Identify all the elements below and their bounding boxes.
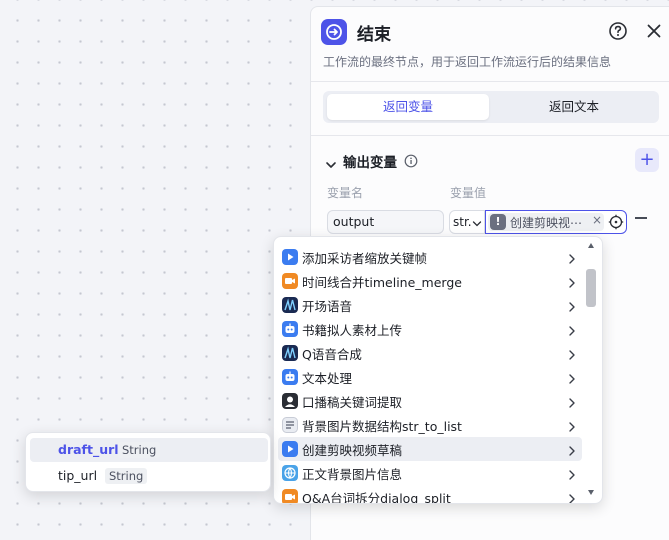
output-variable-item[interactable]: draft_url String xyxy=(30,438,268,462)
end-node-icon xyxy=(321,19,347,45)
node-list-item[interactable]: 创建剪映视频草稿 xyxy=(278,437,582,461)
panel-title: 结束 xyxy=(357,25,391,45)
divider xyxy=(311,81,669,82)
target-icon[interactable] xyxy=(608,214,624,234)
chevron-right-icon xyxy=(568,322,576,341)
plus-icon: + xyxy=(639,149,655,170)
value-type-select[interactable]: str. xyxy=(449,210,485,234)
node-select-dropdown: 添加采访者缩放关键帧时间线合并timeline_merge 开场语音书籍拟人素材上… xyxy=(273,236,603,504)
chevron-right-icon xyxy=(568,442,576,461)
node-list-item[interactable]: Q&A台词拆分dialog_split xyxy=(278,485,582,504)
output-variable-name: draft_url xyxy=(58,442,119,457)
chevron-right-icon xyxy=(568,274,576,293)
scrollbar-thumb[interactable] xyxy=(586,269,596,307)
video-orange-icon xyxy=(282,273,298,289)
robot-icon xyxy=(282,369,298,385)
reference-label: 创建剪映视⋯ xyxy=(510,216,583,230)
output-variable-type-badge: String xyxy=(105,468,148,484)
node-list-item[interactable]: 书籍拟人素材上传 xyxy=(278,317,582,341)
node-list-item[interactable]: 时间线合并timeline_merge xyxy=(278,269,582,293)
node-list-item-label: 开场语音 xyxy=(302,299,353,314)
node-list-item-label: 口播稿关键词提取 xyxy=(302,395,403,410)
scroll-up-arrow-icon[interactable] xyxy=(588,243,594,248)
panel-header: 结束 xyxy=(321,19,661,47)
chevron-right-icon xyxy=(568,394,576,413)
add-variable-button[interactable]: + xyxy=(635,148,659,172)
variable-name-input[interactable]: output xyxy=(327,210,444,234)
doc-icon xyxy=(282,417,298,433)
column-header-name: 变量名 xyxy=(327,186,364,200)
variable-reference-field[interactable]: ! 创建剪映视⋯ × xyxy=(485,210,627,234)
chevron-down-icon xyxy=(472,217,482,231)
node-list-item[interactable]: 口播稿关键词提取 xyxy=(278,389,582,413)
chevron-right-icon xyxy=(568,346,576,365)
node-list-item-label: 背景图片数据结构str_to_list xyxy=(302,419,462,434)
panel-description: 工作流的最终节点，用于返回工作流运行后的结果信息 xyxy=(323,55,612,69)
output-variable-item[interactable]: tip_url String xyxy=(30,464,268,488)
info-icon[interactable] xyxy=(404,153,418,172)
output-variable-popover: draft_url String tip_url String xyxy=(25,432,271,492)
chevron-right-icon xyxy=(568,418,576,437)
divider xyxy=(311,135,669,136)
clear-reference-icon[interactable]: × xyxy=(592,213,602,227)
output-variable-name: tip_url xyxy=(58,468,98,483)
chevron-right-icon xyxy=(568,490,576,503)
node-list-item-label: Q&A台词拆分dialog_split xyxy=(302,491,451,504)
audio-icon xyxy=(282,297,298,313)
node-list-item[interactable]: Q语音合成 xyxy=(278,341,582,365)
output-variable-type-badge: String xyxy=(118,442,161,458)
node-list-item-label: 正文背景图片信息 xyxy=(302,467,403,482)
scrollbar[interactable] xyxy=(586,241,596,499)
close-icon[interactable] xyxy=(644,21,664,41)
node-list-item-label: 添加采访者缩放关键帧 xyxy=(302,251,428,266)
video-icon xyxy=(282,249,298,265)
value-type-label: str. xyxy=(453,215,472,229)
collapse-chevron-icon[interactable] xyxy=(325,155,337,174)
node-list-item[interactable]: 开场语音 xyxy=(278,293,582,317)
tab-return-variables[interactable]: 返回变量 xyxy=(327,94,489,120)
node-list-item[interactable]: 背景图片数据结构str_to_list xyxy=(278,413,582,437)
chevron-right-icon xyxy=(568,370,576,389)
node-list-item-label: 文本处理 xyxy=(302,371,353,386)
return-mode-tabs: 返回变量 返回文本 xyxy=(323,91,659,123)
node-list-item[interactable]: 正文背景图片信息 xyxy=(278,461,582,485)
node-list-item-label: 时间线合并timeline_merge xyxy=(302,275,462,290)
chevron-right-icon xyxy=(568,298,576,317)
node-list-item-label: 创建剪映视频草稿 xyxy=(302,443,403,458)
chevron-right-icon xyxy=(568,250,576,269)
node-list-item[interactable]: 添加采访者缩放关键帧 xyxy=(278,245,582,269)
scroll-down-arrow-icon[interactable] xyxy=(588,490,594,495)
video-orange-icon xyxy=(282,489,298,503)
help-icon[interactable] xyxy=(608,21,628,41)
robot-icon xyxy=(282,321,298,337)
section-title: 输出变量 xyxy=(343,155,397,171)
remove-variable-button[interactable] xyxy=(635,217,647,219)
column-header-value: 变量值 xyxy=(450,186,487,200)
node-list-item-label: 书籍拟人素材上传 xyxy=(302,323,403,338)
tab-return-text[interactable]: 返回文本 xyxy=(493,94,655,120)
video-icon xyxy=(282,441,298,457)
reference-chip[interactable]: ! 创建剪映视⋯ × xyxy=(488,213,604,231)
avatar-icon xyxy=(282,393,298,409)
chevron-right-icon xyxy=(568,466,576,485)
node-list-item[interactable]: 文本处理 xyxy=(278,365,582,389)
warning-icon: ! xyxy=(490,214,506,230)
node-list-item-label: Q语音合成 xyxy=(302,347,362,362)
globe-icon xyxy=(282,465,298,481)
audio-icon xyxy=(282,345,298,361)
